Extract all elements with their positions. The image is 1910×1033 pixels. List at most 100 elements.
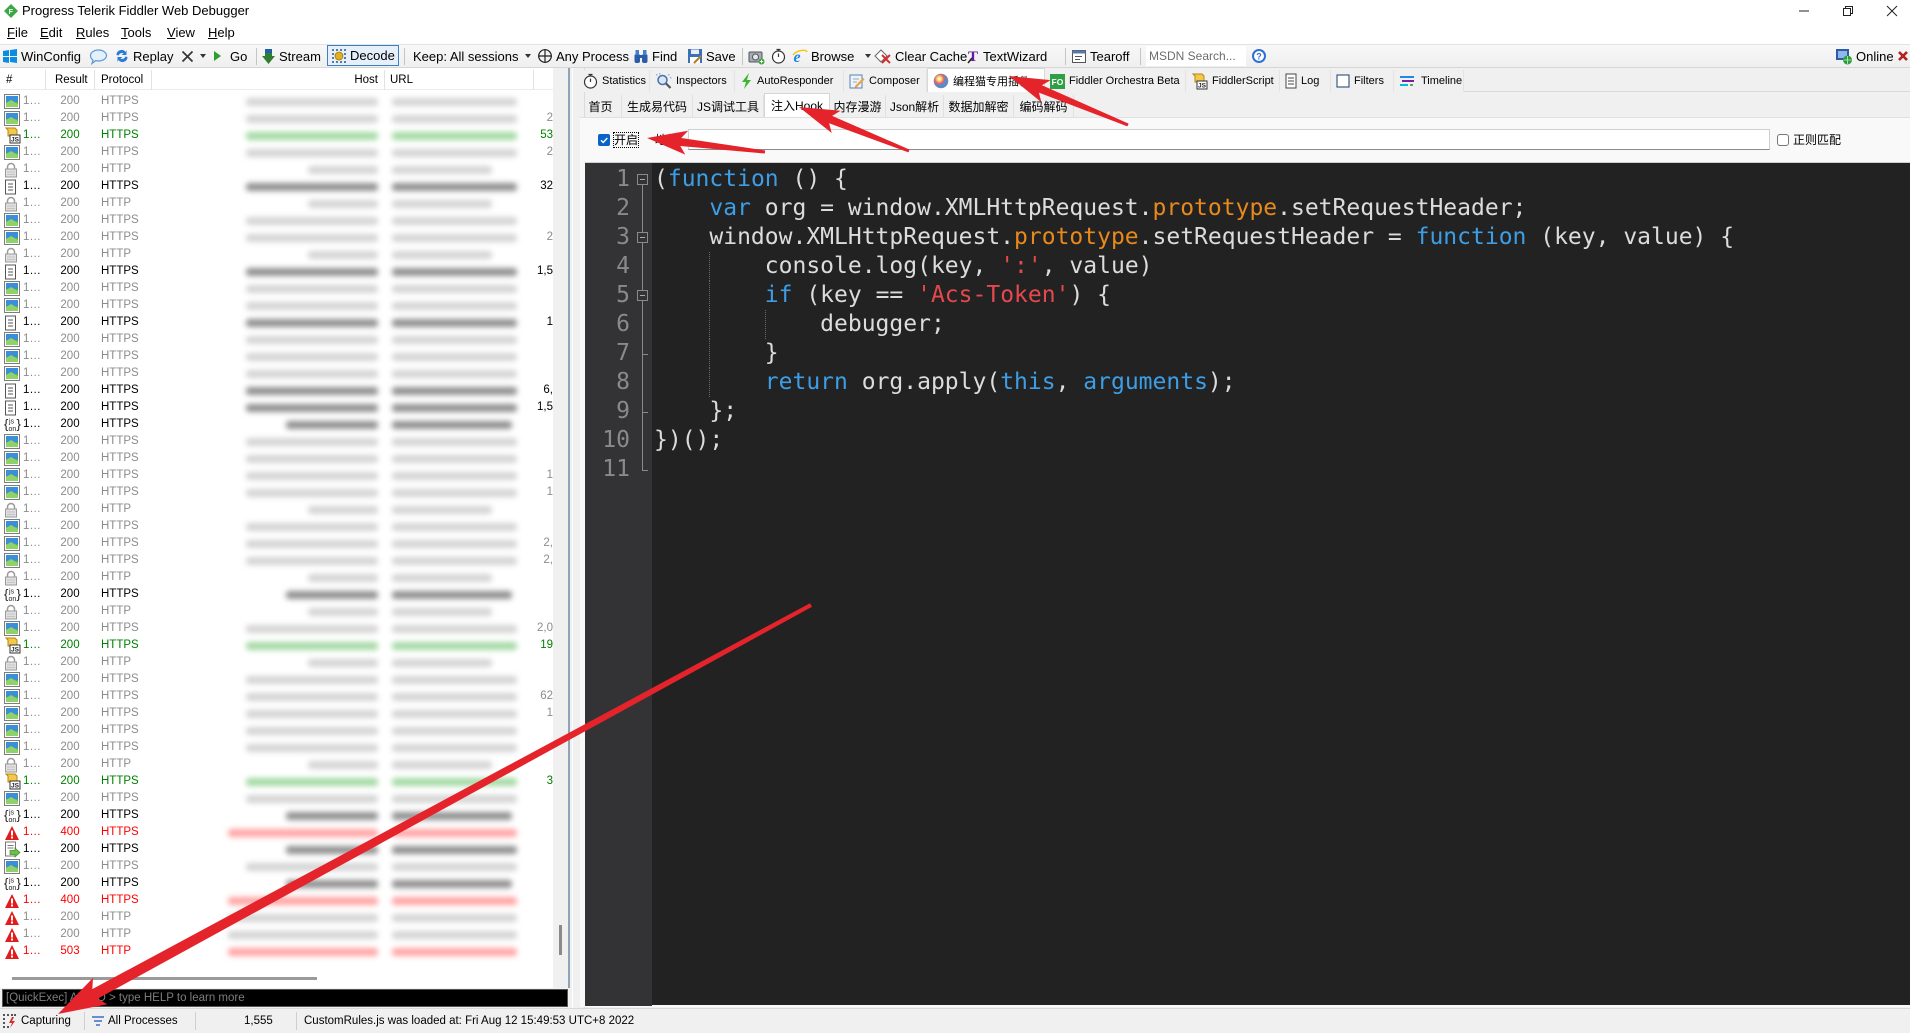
session-list-horizontal-scrollbar[interactable] (0, 971, 553, 985)
column-divider[interactable] (151, 70, 152, 90)
session-row[interactable]: 1… 200 HTTP (0, 654, 553, 671)
session-row[interactable]: {js on} 1… 200 HTTPS (0, 416, 553, 433)
stream-button[interactable]: Stream (261, 45, 321, 67)
column-divider[interactable] (94, 70, 95, 90)
save-button[interactable]: Save (687, 45, 736, 67)
toolbar-close-button[interactable] (1897, 45, 1909, 67)
tab-log[interactable]: Log (1280, 70, 1331, 92)
tab-autoresponder[interactable]: AutoResponder (735, 70, 844, 92)
column-header-id[interactable]: # (6, 70, 12, 90)
session-row[interactable]: 1… 200 HTTPS 6, (0, 382, 553, 399)
session-row[interactable]: 1… 200 HTTPS (0, 671, 553, 688)
session-row[interactable]: 1… 200 HTTPS 2 (0, 229, 553, 246)
session-row[interactable]: 1… 200 HTTP (0, 195, 553, 212)
session-row[interactable]: 1… 200 HTTP (0, 569, 553, 586)
menu-help[interactable]: Help (208, 25, 235, 41)
session-row[interactable]: 1… 200 HTTP (0, 909, 553, 926)
clear-cache-button[interactable]: Clear Cache (873, 45, 967, 67)
tab-filters[interactable]: Filters (1331, 70, 1394, 92)
code-line[interactable]: }; (654, 397, 737, 426)
browse-dropdown[interactable] (862, 45, 871, 67)
session-row[interactable]: {js on} 1… 200 HTTPS (0, 807, 553, 824)
minimize-button[interactable] (1782, 0, 1826, 22)
any-process-button[interactable]: Any Process (537, 45, 629, 67)
quickexec-input[interactable] (2, 989, 568, 1007)
code-line[interactable]: return org.apply(this, arguments); (654, 368, 1236, 397)
session-row[interactable]: 1… 200 HTTPS (0, 297, 553, 314)
column-divider[interactable] (384, 70, 385, 90)
session-row[interactable]: 1… 200 HTTPS (0, 93, 553, 110)
restore-button[interactable] (1826, 0, 1870, 22)
subtab-generate-code[interactable]: 生成易代码 (622, 95, 693, 117)
scrollbar-thumb[interactable] (559, 925, 562, 955)
session-row[interactable]: 1… 200 HTTPS 2, (0, 552, 553, 569)
session-row[interactable]: 1… 503 HTTP (0, 943, 553, 960)
session-row[interactable]: 1… 200 HTTPS 2 (0, 110, 553, 127)
session-row[interactable]: 1… 200 HTTPS 2, (0, 535, 553, 552)
subtab-json-parse[interactable]: Json解析 (886, 95, 944, 117)
column-header-url[interactable]: URL (390, 70, 413, 90)
online-status[interactable]: Online (1835, 45, 1894, 67)
enable-hook-label[interactable]: 开启 (612, 132, 640, 148)
code-line[interactable]: console.log(key, ':', value) (654, 252, 1153, 281)
subtab-memory-roaming[interactable]: 内存漫游 (830, 95, 886, 117)
keep-sessions-dropdown[interactable]: Keep: All sessions (413, 45, 531, 67)
code-line[interactable]: if (key == 'Acs-Token') { (654, 281, 1111, 310)
session-row[interactable]: 1… 200 HTTPS (0, 858, 553, 875)
fold-toggle-icon[interactable] (637, 232, 648, 243)
session-row[interactable]: 1… 200 HTTPS (0, 790, 553, 807)
go-button[interactable]: Go (212, 45, 247, 67)
decode-button[interactable]: Decode (327, 45, 399, 66)
tab-timeline[interactable]: Timeline (1394, 70, 1464, 92)
session-row[interactable]: 1… 200 HTTP (0, 756, 553, 773)
subtab-js-debug-tools[interactable]: JS调试工具 (693, 95, 764, 117)
session-row[interactable]: 1… 200 HTTP (0, 603, 553, 620)
column-header-host[interactable]: Host (354, 70, 378, 90)
browse-button[interactable]: e Browse (792, 45, 854, 67)
menu-tools[interactable]: Tools (121, 25, 151, 41)
msdn-search-input[interactable] (1146, 46, 1246, 66)
session-row[interactable]: 1… 200 HTTPS (0, 433, 553, 450)
column-divider[interactable] (533, 70, 534, 90)
hook-code-editor[interactable]: 1 2 3 4 5 6 7 8 9 10 11 (function () { var org = w… (585, 162, 1910, 1006)
textwizard-button[interactable]: T TextWizard (967, 45, 1047, 67)
tab-fiddlerscript[interactable]: JS FiddlerScript (1186, 70, 1280, 92)
replay-button[interactable]: Replay (114, 45, 173, 67)
session-row[interactable]: {js on} 1… 200 HTTPS (0, 875, 553, 892)
session-row[interactable]: 1… 200 HTTP (0, 246, 553, 263)
process-filter[interactable]: All Processes (91, 1009, 178, 1033)
column-header-result[interactable]: Result (55, 70, 88, 90)
session-row[interactable]: 1… 200 HTTPS 32 (0, 178, 553, 195)
session-row[interactable]: JS 1… 200 HTTPS 3 (0, 773, 553, 790)
column-header-protocol[interactable]: Protocol (101, 70, 143, 90)
session-row[interactable]: 1… 200 HTTPS (0, 739, 553, 756)
session-row[interactable]: {js on} 1… 200 HTTPS (0, 586, 553, 603)
fold-toggle-icon[interactable] (637, 290, 648, 301)
session-row[interactable]: 1… 200 HTTP (0, 501, 553, 518)
menu-edit[interactable]: Edit (40, 25, 62, 41)
code-line[interactable]: })(); (654, 426, 723, 455)
tab-fiddler-orchestra-beta[interactable]: FO Fiddler Orchestra Beta (1045, 70, 1186, 92)
timer-button[interactable] (771, 45, 786, 67)
session-row[interactable]: 1… 200 HTTPS (0, 331, 553, 348)
code-line[interactable]: } (654, 339, 779, 368)
session-row[interactable]: JS 1… 200 HTTPS 53 (0, 127, 553, 144)
session-row[interactable]: 1… 200 HTTPS (0, 518, 553, 535)
session-row[interactable]: 1… 200 HTTPS 2,0 (0, 620, 553, 637)
session-row[interactable]: 1… 200 HTTPS (0, 348, 553, 365)
session-row[interactable]: JS 1… 200 HTTPS 19 (0, 637, 553, 654)
subtab-data-encrypt-decrypt[interactable]: 数据加解密 (944, 95, 1014, 117)
comment-button[interactable] (89, 45, 108, 67)
session-row[interactable]: 1… 200 HTTPS (0, 212, 553, 229)
session-row[interactable]: 1… 200 HTTPS (0, 450, 553, 467)
session-row[interactable]: 1… 200 HTTPS (0, 841, 553, 858)
winconfig-button[interactable]: WinConfig (2, 45, 81, 67)
code-line[interactable]: window.XMLHttpRequest.prototype.setReque… (654, 223, 1734, 252)
session-list-vertical-scrollbar[interactable] (553, 68, 568, 988)
session-row[interactable]: 1… 200 HTTPS 1 (0, 314, 553, 331)
regex-match-checkbox[interactable] (1777, 134, 1789, 146)
tearoff-button[interactable]: Tearoff (1071, 45, 1130, 67)
subtab-encode-decode[interactable]: 编码解码 (1014, 95, 1074, 117)
tab-biancheng-plugin[interactable]: 编程猫专用插件 (927, 68, 1045, 92)
fold-toggle-icon[interactable] (637, 174, 648, 185)
